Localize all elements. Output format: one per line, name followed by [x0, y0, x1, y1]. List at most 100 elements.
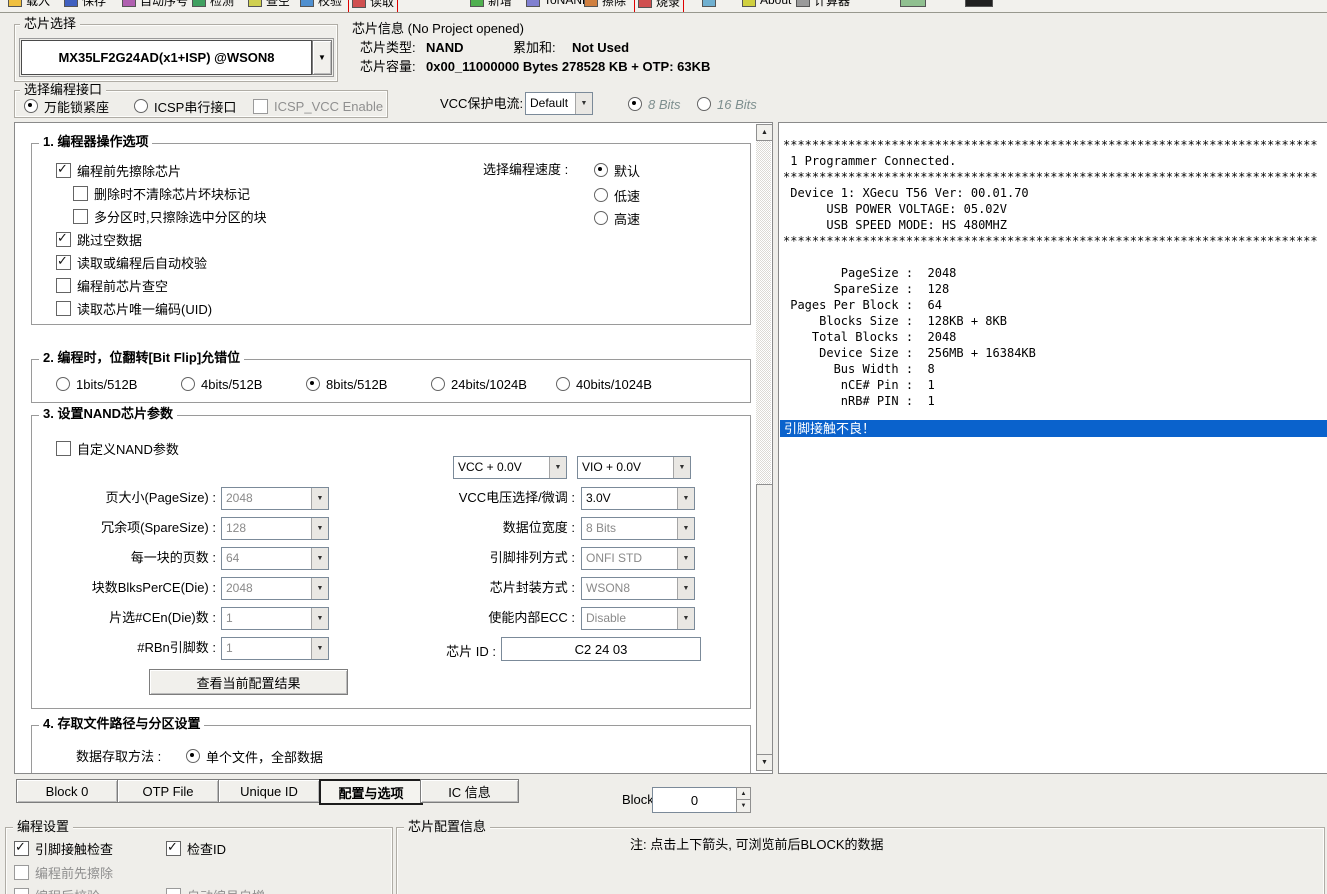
chevron-down-icon: ▼: [311, 548, 328, 569]
toolbar-read-button[interactable]: 读取: [348, 0, 398, 13]
chevron-down-icon: ▼: [311, 638, 328, 659]
radio-icsp-port[interactable]: ICSP串行接口: [134, 99, 236, 113]
package-label: 芯片封装方式 :: [331, 581, 575, 595]
chevron-down-icon: ▼: [677, 578, 694, 599]
vcc-voltage-combo[interactable]: 3.0V▼: [581, 487, 695, 510]
radio-bitflip-1[interactable]: 1bits/512B: [56, 377, 137, 391]
tab-otp-file[interactable]: OTP File: [117, 779, 219, 803]
toolbar-add-button[interactable]: 新增: [470, 0, 512, 11]
tab-config-options[interactable]: 配置与选项: [319, 779, 423, 805]
verify-icon: [300, 0, 314, 7]
chevron-down-icon: ▼: [318, 53, 326, 62]
package-combo: WSON8▼: [581, 577, 695, 600]
chip-info-title: 芯片信息 (No Project opened): [352, 22, 524, 36]
toolbar-detect-button[interactable]: 检测: [192, 0, 234, 11]
speed-label: 选择编程速度 :: [483, 163, 568, 177]
chip-select-title: 芯片选择: [20, 17, 80, 31]
block-down-button[interactable]: ▼: [736, 799, 751, 813]
scrollbar-thumb[interactable]: [756, 484, 773, 758]
radio-zif-socket[interactable]: 万能锁紧座: [24, 99, 109, 113]
checkbox-erase-before-program[interactable]: 编程前先擦除芯片: [56, 163, 181, 177]
checkbox-custom-nand-params[interactable]: 自定义NAND参数: [56, 441, 179, 455]
toolbar: 载入 保存 自动序号 检测 查空 校验 读取 新增 ToNAND 擦除 烧录 A…: [0, 0, 1327, 13]
options-panel: 1. 编程器操作选项 编程前先擦除芯片 删除时不清除芯片坏块标记 多分区时,只擦…: [14, 122, 773, 774]
sparesize-label: 冗余项(SpareSize) :: [41, 521, 216, 535]
radio-bitflip-40[interactable]: 40bits/1024B: [556, 377, 652, 391]
chip-name-button[interactable]: MX35LF2G24AD(x1+ISP) @WSON8: [21, 40, 312, 75]
options-scrollbar: ▲ ▼: [756, 124, 771, 771]
chevron-down-icon: ▼: [741, 803, 747, 809]
chevron-down-icon: ▼: [677, 608, 694, 629]
erase-icon: [584, 0, 598, 7]
checkbox-check-id[interactable]: 检查ID: [166, 841, 226, 855]
save-icon: [64, 0, 78, 7]
tonand-icon: [526, 0, 540, 7]
toolbar-tonand-button[interactable]: ToNAND: [526, 0, 591, 11]
checkbox-erase-selected-partition[interactable]: 多分区时,只擦除选中分区的块: [73, 209, 267, 223]
radio-bitflip-4[interactable]: 4bits/512B: [181, 377, 262, 391]
vcc-protect-combo[interactable]: Default▼: [525, 92, 593, 115]
chevron-down-icon: ▼: [677, 488, 694, 509]
toolbar-program-button[interactable]: 烧录: [634, 0, 684, 13]
blocks-per-ce-combo: 2048▼: [221, 577, 329, 600]
checkbox-keep-badblock-marks[interactable]: 删除时不清除芯片坏块标记: [73, 186, 250, 200]
log-panel: ****************************************…: [778, 122, 1327, 774]
scroll-up-button[interactable]: ▲: [756, 124, 773, 141]
toolbar-save-button[interactable]: 保存: [64, 0, 106, 11]
radio-bitflip-24[interactable]: 24bits/1024B: [431, 377, 527, 391]
toolbar-usb-status: [900, 0, 926, 11]
checkbox-auto-verify[interactable]: 读取或编程后自动校验: [56, 255, 207, 269]
vcc-trim-combo[interactable]: VCC + 0.0V▼: [453, 456, 567, 479]
section1-title: 1. 编程器操作选项: [39, 135, 152, 149]
checkbox-erase-first: 编程前先擦除: [14, 865, 113, 879]
section4-title: 4. 存取文件路径与分区设置: [39, 717, 204, 731]
checkbox-read-uid[interactable]: 读取芯片唯一编码(UID): [56, 301, 212, 315]
radio-speed-default[interactable]: 默认: [594, 163, 640, 177]
chevron-down-icon: ▼: [677, 548, 694, 569]
checkbox-pin-contact-check[interactable]: 引脚接触检查: [14, 841, 113, 855]
checkbox-auto-number-increment: 自动编号自增: [166, 888, 265, 894]
chevron-down-icon: ▼: [761, 759, 768, 766]
toolbar-verify-button[interactable]: 校验: [300, 0, 342, 11]
toolbar-calculator-button[interactable]: 计算器: [796, 0, 850, 11]
radio-speed-low[interactable]: 低速: [594, 188, 640, 202]
chip-select-dropdown-button[interactable]: ▼: [312, 40, 332, 75]
chip-id-field[interactable]: C2 24 03: [501, 637, 701, 661]
checkbox-blank-check-before-program[interactable]: 编程前芯片查空: [56, 278, 168, 292]
radio-single-file-all-data[interactable]: 单个文件，全部数据: [186, 749, 323, 763]
internal-ecc-combo: Disable▼: [581, 607, 695, 630]
about-icon: [742, 0, 756, 7]
bus-width-combo: 8 Bits▼: [581, 517, 695, 540]
vcc-protect-label: VCC保护电流:: [440, 97, 523, 111]
block-number-input[interactable]: [652, 787, 737, 813]
pages-per-block-label: 每一块的页数 :: [41, 551, 216, 565]
rbn-count-combo: 1▼: [221, 637, 329, 660]
xgpro-window: 载入 保存 自动序号 检测 查空 校验 读取 新增 ToNAND 擦除 烧录 A…: [0, 0, 1327, 894]
rbn-count-label: #RBn引脚数 :: [41, 641, 216, 655]
radio-speed-high[interactable]: 高速: [594, 211, 640, 225]
toolbar-load-button[interactable]: 载入: [8, 0, 50, 11]
toolbar-erase-button[interactable]: 擦除: [584, 0, 626, 11]
usb-status-icon: [900, 0, 926, 7]
chevron-down-icon: ▼: [311, 578, 328, 599]
chip-type-label: 芯片类型:: [360, 41, 416, 55]
toolbar-blank-check-button[interactable]: 查空: [248, 0, 290, 11]
vio-trim-combo[interactable]: VIO + 0.0V▼: [577, 456, 691, 479]
chevron-down-icon: ▼: [311, 488, 328, 509]
tab-block0[interactable]: Block 0: [16, 779, 118, 803]
view-config-button[interactable]: 查看当前配置结果: [149, 669, 348, 695]
read-icon: [352, 0, 366, 8]
chevron-up-icon: ▲: [761, 129, 768, 136]
radio-bitflip-8[interactable]: 8bits/512B: [306, 377, 387, 391]
pagesize-label: 页大小(PageSize) :: [41, 491, 216, 505]
tab-ic-info[interactable]: IC 信息: [420, 779, 519, 803]
scroll-down-button[interactable]: ▼: [756, 754, 773, 771]
tab-unique-id[interactable]: Unique ID: [218, 779, 320, 803]
toolbar-about-button[interactable]: About: [742, 0, 791, 11]
toolbar-serial-button[interactable]: 自动序号: [122, 0, 188, 11]
calculator-icon: [796, 0, 810, 7]
checkbox-icsp-vcc-enable: ICSP_VCC Enable: [253, 99, 383, 113]
toolbar-multi-program-button[interactable]: [702, 0, 720, 11]
checkbox-skip-blank-data[interactable]: 跳过空数据: [56, 232, 142, 246]
add-icon: [470, 0, 484, 7]
